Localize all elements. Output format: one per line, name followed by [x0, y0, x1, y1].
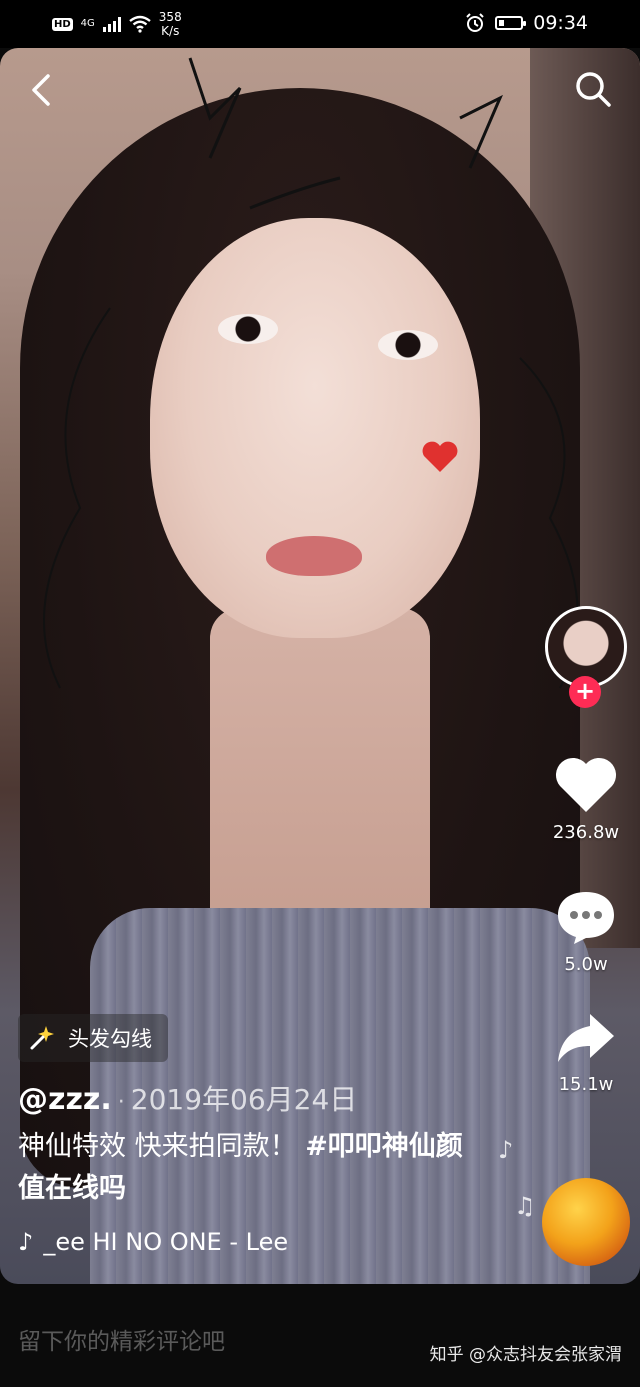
- music-note-icon-2: ♫: [514, 1192, 536, 1220]
- follow-button[interactable]: +: [569, 676, 601, 708]
- back-icon[interactable]: [22, 70, 62, 110]
- speed-value: 358: [158, 10, 182, 24]
- network-speed: 358 K/s: [159, 10, 182, 38]
- alarm-icon: [466, 13, 484, 32]
- network-type: 4G: [80, 18, 95, 29]
- like-heart-icon[interactable]: [554, 756, 618, 814]
- tiktok-note-icon: ♪: [18, 1228, 34, 1256]
- author-avatar-group[interactable]: +: [540, 606, 632, 708]
- wifi-icon: [129, 15, 151, 33]
- music-disc[interactable]: [542, 1178, 630, 1266]
- status-left: HD 4G 358 K/s: [52, 10, 182, 38]
- comment-bar: 留下你的精彩评论吧 知乎 @众志抖友会张家渭: [0, 1290, 640, 1387]
- effect-tag[interactable]: 头发勾线: [18, 1014, 168, 1062]
- share-count: 15.1w: [558, 1074, 614, 1095]
- comment-count: 5.0w: [564, 954, 608, 975]
- screen: HD 4G 358 K/s 09:34 + 236.8w 5.0w 15.1w …: [0, 0, 640, 1387]
- post-date: 2019年06月24日: [130, 1083, 358, 1116]
- separator-dot: ·: [117, 1090, 125, 1115]
- clock: 09:34: [533, 12, 588, 34]
- watermark: 知乎 @众志抖友会张家渭: [429, 1345, 622, 1365]
- comment-group[interactable]: 5.0w: [540, 888, 632, 975]
- comment-input[interactable]: 留下你的精彩评论吧: [18, 1322, 225, 1356]
- status-right: 09:34: [465, 12, 588, 34]
- music-note-icon: ♪: [498, 1136, 514, 1164]
- effect-label: 头发勾线: [68, 1027, 152, 1051]
- share-group[interactable]: 15.1w: [540, 1010, 632, 1095]
- hd-icon: HD: [52, 17, 73, 31]
- like-group[interactable]: 236.8w: [540, 756, 632, 843]
- author-username[interactable]: @zzz.: [18, 1082, 112, 1117]
- share-arrow-icon[interactable]: [554, 1010, 618, 1066]
- author-line: @zzz. · 2019年06月24日: [18, 1078, 357, 1118]
- signal-icon: [102, 16, 121, 32]
- song-marquee[interactable]: ♪ _ee HI NO ONE - Lee: [18, 1228, 338, 1256]
- like-count: 236.8w: [552, 822, 620, 843]
- search-icon[interactable]: [572, 68, 614, 110]
- battery-icon: [495, 16, 527, 30]
- song-title: _ee HI NO ONE - Lee: [43, 1228, 289, 1256]
- magic-wand-icon: [30, 1026, 54, 1050]
- speed-unit: K/s: [161, 24, 180, 38]
- caption-text: 神仙特效 快来拍同款！: [18, 1131, 297, 1162]
- video-caption: 神仙特效 快来拍同款！ #叩叩神仙颜值在线吗: [18, 1126, 488, 1210]
- comment-icon[interactable]: [554, 888, 618, 946]
- status-bar: HD 4G 358 K/s 09:34: [0, 0, 640, 48]
